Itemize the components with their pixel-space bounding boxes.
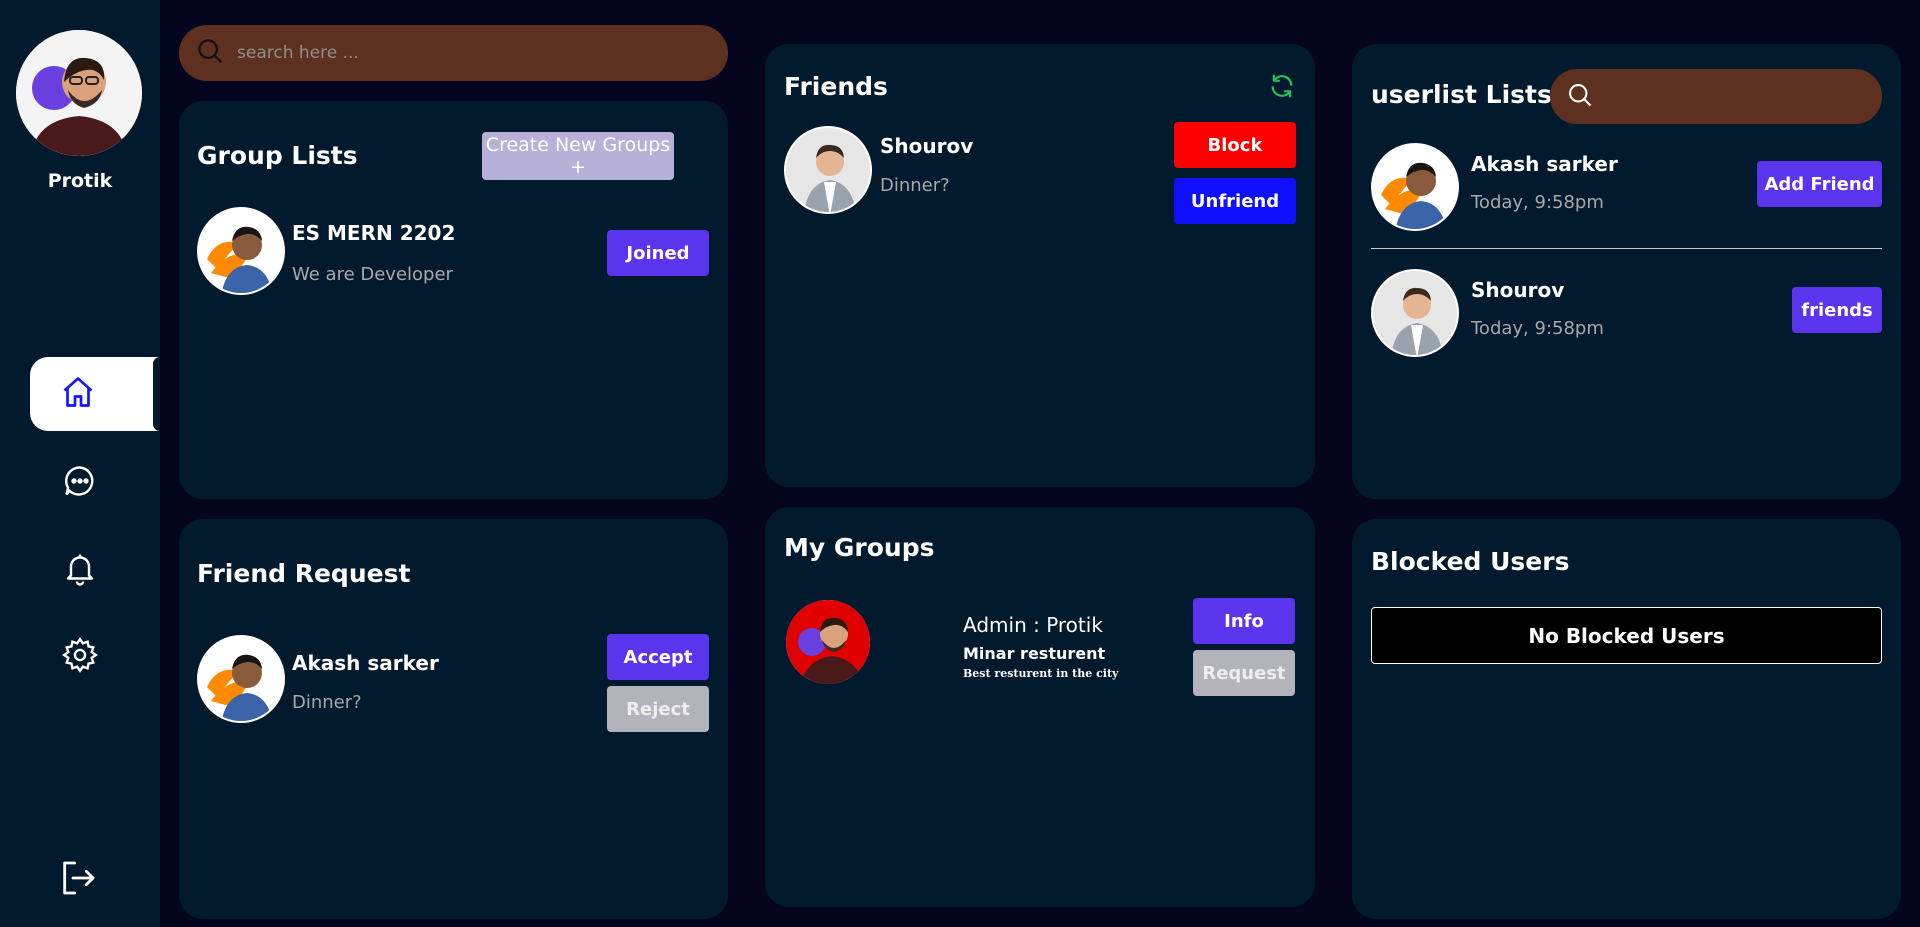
avatar — [784, 126, 872, 214]
refresh-icon[interactable] — [1268, 72, 1296, 104]
block-button[interactable]: Block — [1174, 122, 1296, 168]
group-lists-title: Group Lists — [197, 141, 358, 170]
accept-button[interactable]: Accept — [607, 634, 709, 680]
friend-name: Shourov — [880, 134, 974, 158]
divider — [1371, 248, 1882, 249]
unfriend-button[interactable]: Unfriend — [1174, 178, 1296, 224]
avatar — [1371, 143, 1459, 231]
profile-name: Protik — [47, 170, 113, 192]
logout-icon — [58, 861, 98, 902]
group-lists-card: Group Lists Create New Groups + ES MERN … — [179, 101, 728, 499]
nav-messages[interactable] — [30, 446, 130, 520]
bell-icon — [62, 550, 98, 590]
friend-request-title: Friend Request — [197, 559, 411, 588]
sidebar: Protik — [0, 0, 160, 927]
no-blocked-users-message: No Blocked Users — [1371, 607, 1882, 664]
request-button[interactable]: Request — [1193, 650, 1295, 696]
friend-subtitle: Dinner? — [880, 175, 950, 196]
userlist-search-bar[interactable] — [1550, 69, 1882, 124]
logout-button[interactable] — [58, 858, 98, 902]
userlist-title: userlist Lists — [1371, 80, 1552, 109]
info-button[interactable]: Info — [1193, 598, 1295, 644]
group-name: ES MERN 2202 — [292, 221, 456, 245]
friends-card: Friends Shourov Dinner? Block Unfriend — [765, 44, 1315, 487]
joined-button[interactable]: Joined — [607, 230, 709, 276]
my-groups-title: My Groups — [784, 533, 935, 562]
requester-subtitle: Dinner? — [292, 692, 362, 713]
my-groups-card: My Groups Admin : Protik Minar resturent… — [765, 507, 1315, 907]
avatar — [197, 635, 285, 723]
home-icon — [60, 374, 96, 414]
nav-home[interactable] — [30, 357, 160, 431]
profile-avatar[interactable] — [16, 30, 142, 156]
reject-button[interactable]: Reject — [607, 686, 709, 732]
friend-request-card: Friend Request Akash sarker Dinner? Acce… — [179, 519, 728, 919]
requester-name: Akash sarker — [292, 651, 439, 675]
create-group-button[interactable]: Create New Groups + — [482, 132, 674, 180]
nav-notifications[interactable] — [30, 533, 130, 607]
group-name: Minar resturent — [963, 644, 1106, 663]
user-time: Today, 9:58pm — [1471, 318, 1604, 339]
blocked-users-title: Blocked Users — [1371, 547, 1570, 576]
add-friend-button[interactable]: Add Friend — [1757, 161, 1882, 207]
avatar — [1371, 269, 1459, 357]
user-name: Akash sarker — [1471, 152, 1618, 176]
blocked-users-card: Blocked Users No Blocked Users — [1352, 519, 1901, 919]
search-input[interactable] — [237, 43, 697, 63]
chat-icon — [62, 463, 98, 503]
avatar — [197, 207, 285, 295]
nav-settings[interactable] — [30, 620, 130, 694]
user-time: Today, 9:58pm — [1471, 192, 1604, 213]
group-avatar — [784, 598, 872, 686]
userlist-card: userlist Lists Akash sarker Today, 9:58p… — [1352, 44, 1901, 499]
gear-icon — [61, 636, 99, 678]
search-icon — [195, 36, 225, 70]
group-tagline: Best resturent in the city — [963, 667, 1119, 680]
search-icon — [1566, 81, 1594, 113]
friends-title: Friends — [784, 72, 888, 101]
friends-status-button[interactable]: friends — [1792, 287, 1882, 333]
group-subtitle: We are Developer — [292, 264, 453, 285]
search-bar[interactable] — [179, 25, 728, 81]
user-name: Shourov — [1471, 278, 1565, 302]
group-admin: Admin : Protik — [963, 613, 1103, 637]
